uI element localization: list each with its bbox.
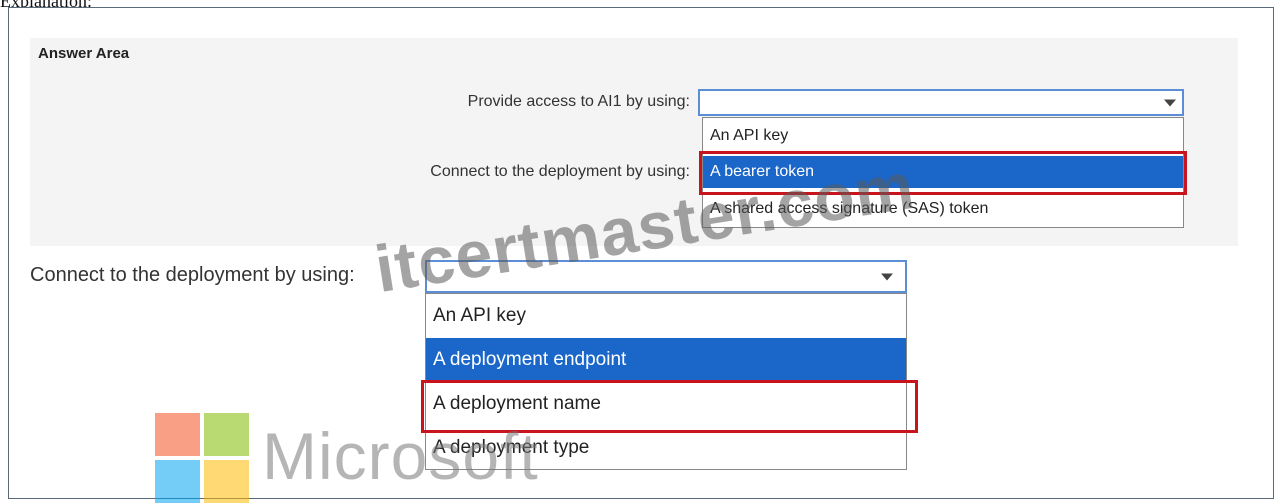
logo-square-yellow: [204, 460, 249, 503]
chevron-down-icon[interactable]: [1164, 99, 1176, 106]
chevron-down-icon[interactable]: [881, 273, 893, 280]
lower-label: Connect to the deployment by using:: [30, 264, 355, 286]
answer-area-title: Answer Area: [38, 45, 130, 62]
lower-dropdown[interactable]: [425, 260, 907, 293]
logo-square-red: [155, 413, 200, 456]
lower-options-list: An API key A deployment endpoint A deplo…: [425, 293, 907, 470]
lower-option-deployment-name[interactable]: A deployment name: [426, 383, 906, 425]
q2-option-bearer-token[interactable]: A bearer token: [703, 156, 1183, 188]
lower-option-deployment-endpoint[interactable]: A deployment endpoint: [426, 338, 906, 382]
q2-options-list: An API key A bearer token A shared acces…: [702, 117, 1184, 228]
q1-label: Provide access to AI1 by using:: [467, 93, 690, 110]
logo-square-blue: [155, 460, 200, 503]
q2-label: Connect to the deployment by using:: [430, 163, 690, 180]
q2-option-api-key[interactable]: An API key: [703, 118, 1183, 154]
lower-option-deployment-type[interactable]: A deployment type: [426, 427, 906, 469]
logo-square-green: [204, 413, 249, 456]
microsoft-logo-icon: [155, 413, 249, 503]
q2-option-sas-token[interactable]: A shared access signature (SAS) token: [703, 191, 1183, 227]
q1-dropdown[interactable]: [698, 89, 1184, 116]
lower-option-api-key[interactable]: An API key: [426, 294, 906, 338]
